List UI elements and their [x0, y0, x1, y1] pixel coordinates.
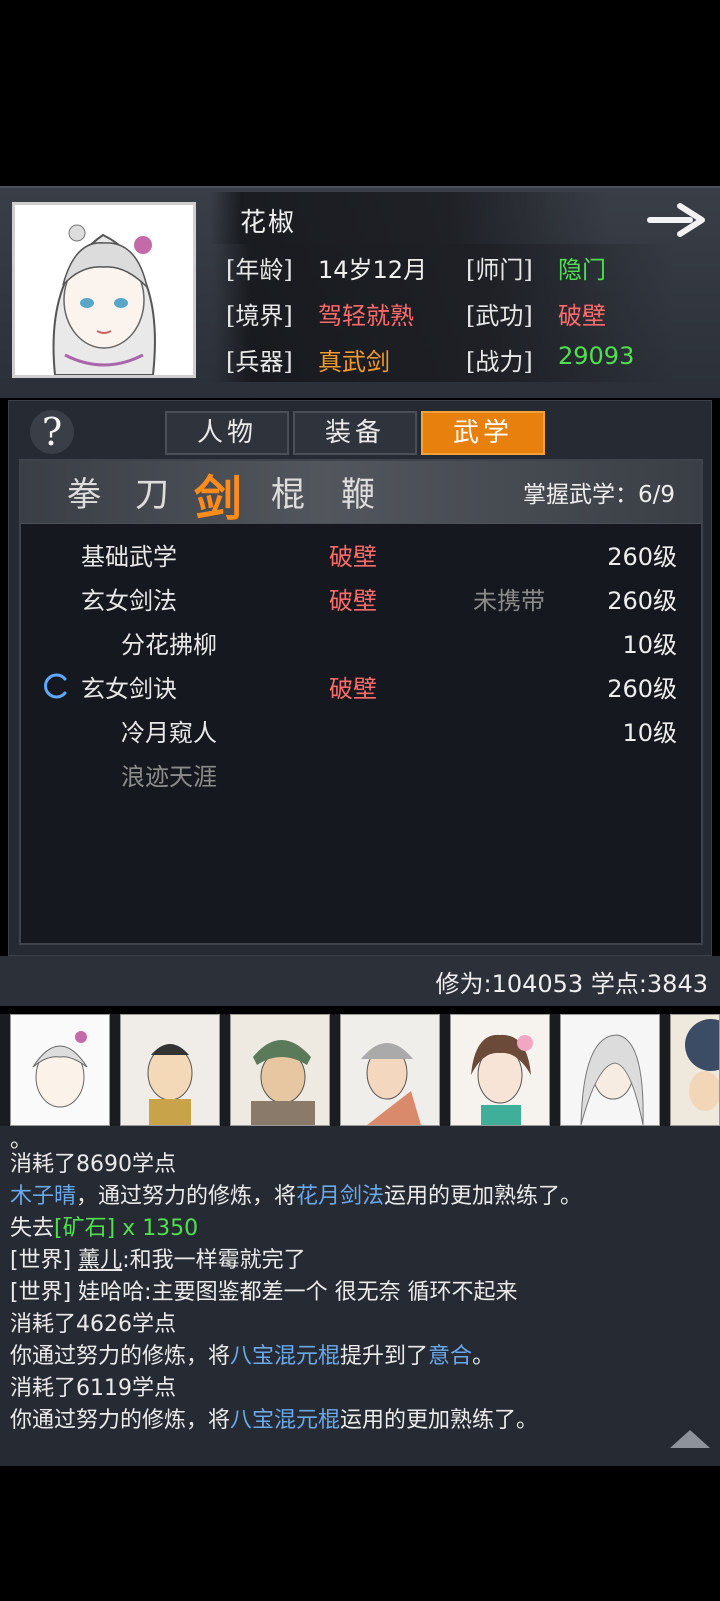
log-text: 你通过努力的修炼，将 [10, 1344, 231, 1369]
portrait-illustration [341, 1015, 439, 1125]
party-member-portrait[interactable] [670, 1014, 720, 1126]
tab-equipment[interactable]: 装备 [293, 411, 417, 455]
skill-row[interactable]: 分花拂柳 10级 [21, 619, 701, 663]
character-name: 花椒 [240, 208, 297, 238]
skill-level: 10级 [622, 719, 677, 747]
party-member-portrait[interactable] [450, 1014, 550, 1126]
weapon-type-staff[interactable]: 棍 [263, 467, 313, 516]
skill-link[interactable]: 八宝混元棍 [230, 1408, 340, 1433]
log-line: 你通过努力的修炼，将八宝混元棍提升到了意合。 [10, 1338, 494, 1370]
log-text: 运用的更加熟练了。 [340, 1408, 539, 1433]
party-portrait-strip [0, 1014, 720, 1126]
portrait-illustration [121, 1015, 219, 1125]
skill-row[interactable]: 冷月窥人 10级 [21, 707, 701, 751]
party-member-portrait[interactable] [10, 1014, 110, 1126]
tab-character[interactable]: 人物 [165, 411, 289, 455]
mastery-count: 掌握武学：6/9 [522, 482, 675, 508]
skill-link[interactable]: 八宝混元棍 [230, 1344, 340, 1369]
log-line: 失去[矿石] x 1350 [10, 1210, 198, 1242]
skill-realm: 破壁 [329, 675, 377, 703]
next-character-arrow-icon[interactable] [646, 198, 708, 242]
martial-arts-panel: ? 人物 装备 武学 拳 刀 剑 棍 鞭 掌握武学：6/9 基础武学 破壁 26… [8, 400, 712, 956]
log-text: 运用的更加熟练了。 [384, 1184, 583, 1209]
player-name-link[interactable]: 薰儿 [78, 1248, 122, 1273]
skill-realm: 破壁 [329, 543, 377, 571]
skill-level: 260级 [607, 587, 677, 615]
log-text: 。 [472, 1344, 495, 1369]
skill-name: 浪迹天涯 [121, 763, 217, 791]
log-text: 提升到了 [340, 1344, 429, 1369]
expand-log-up-icon[interactable] [668, 1426, 712, 1450]
weapon-type-bar: 拳 刀 剑 棍 鞭 掌握武学：6/9 [21, 461, 701, 527]
skill-name: 基础武学 [81, 543, 177, 571]
skill-level: 10级 [622, 631, 677, 659]
log-text: 失去 [10, 1216, 55, 1241]
skill-name: 玄女剑法 [81, 587, 177, 615]
age-label: [年龄] [226, 256, 293, 284]
martial-label: [武功] [466, 302, 533, 330]
character-portrait[interactable] [12, 202, 196, 378]
log-line: [世界] 薰儿:和我一样霉就完了 [10, 1242, 306, 1274]
martial-value: 破壁 [558, 302, 606, 330]
skill-carry-status: 未携带 [473, 587, 545, 615]
portrait-illustration [15, 205, 193, 375]
cultivation-points: 修为:104053 学点:3843 [435, 970, 709, 998]
sect-value: 隐门 [558, 256, 606, 284]
log-line: 消耗了4626学点 [10, 1312, 176, 1337]
skill-level: 260级 [607, 675, 677, 703]
weapon-type-sword[interactable]: 剑 [193, 459, 243, 529]
player-name-link[interactable]: 木子晴 [10, 1184, 76, 1209]
item-link[interactable]: [矿石] x 1350 [54, 1216, 198, 1241]
log-line: [世界] 娃哈哈:主要图鉴都差一个 很无奈 循环不起来 [10, 1280, 518, 1305]
tab-martial-arts[interactable]: 武学 [421, 411, 545, 455]
skill-level: 260级 [607, 543, 677, 571]
log-text: 你通过努力的修炼，将 [10, 1408, 231, 1433]
log-text: :和我一样霉就完了 [122, 1248, 306, 1273]
portrait-illustration [451, 1015, 549, 1125]
svg-text:?: ? [42, 410, 62, 454]
party-member-portrait[interactable] [560, 1014, 660, 1126]
portrait-illustration [561, 1015, 659, 1125]
power-label: [战力] [466, 348, 533, 376]
cultivation-stats-bar: 修为:104053 学点:3843 [0, 956, 720, 1006]
sect-label: [师门] [466, 256, 533, 284]
skill-row[interactable]: 玄女剑法 破壁 未携带 260级 [21, 575, 701, 619]
portrait-illustration [11, 1015, 109, 1125]
log-text: [世界] [10, 1248, 79, 1273]
log-line: 消耗了6119学点 [10, 1376, 176, 1401]
skill-row[interactable]: 浪迹天涯 [21, 751, 701, 795]
log-line: 木子晴，通过努力的修炼，将花月剑法运用的更加熟练了。 [10, 1178, 582, 1210]
skill-name: 分花拂柳 [121, 631, 217, 659]
portrait-illustration [671, 1015, 719, 1125]
log-text: ，通过努力的修炼，将 [76, 1184, 297, 1209]
skill-realm: 破壁 [329, 587, 377, 615]
realm-value: 驾轻就熟 [318, 302, 414, 330]
weapon-type-fist[interactable]: 拳 [59, 467, 109, 516]
weapon-value: 真武剑 [318, 348, 390, 376]
skill-name: 玄女剑诀 [81, 675, 177, 703]
log-line: 消耗了8690学点 [10, 1152, 176, 1177]
active-skill-spinner-icon [44, 673, 67, 699]
log-line: 你通过努力的修炼，将八宝混元棍运用的更加熟练了。 [10, 1402, 538, 1434]
realm-label: [境界] [226, 302, 293, 330]
help-question-icon[interactable]: ? [27, 407, 77, 457]
skill-name: 冷月窥人 [121, 719, 217, 747]
skill-row[interactable]: 基础武学 破壁 260级 [21, 531, 701, 575]
party-member-portrait[interactable] [230, 1014, 330, 1126]
message-log: 。 消耗了8690学点 木子晴，通过努力的修炼，将花月剑法运用的更加熟练了。 失… [0, 1126, 720, 1466]
character-profile: 花椒 [年龄] 14岁12月 [师门] 隐门 [境界] 驾轻就熟 [武功] 破壁… [0, 186, 720, 398]
weapon-type-blade[interactable]: 刀 [127, 467, 177, 516]
age-value: 14岁12月 [318, 256, 428, 284]
power-value: 29093 [558, 342, 635, 370]
party-member-portrait[interactable] [120, 1014, 220, 1126]
skill-list-container: 拳 刀 剑 棍 鞭 掌握武学：6/9 基础武学 破壁 260级 玄女剑法 破壁 … [19, 459, 703, 945]
weapon-label: [兵器] [226, 348, 293, 376]
skill-row[interactable]: 玄女剑诀 破壁 260级 [21, 663, 701, 707]
portrait-illustration [231, 1015, 329, 1125]
skill-link[interactable]: 花月剑法 [296, 1184, 384, 1209]
party-member-portrait[interactable] [340, 1014, 440, 1126]
realm-link[interactable]: 意合 [428, 1344, 472, 1369]
weapon-type-whip[interactable]: 鞭 [333, 467, 383, 516]
